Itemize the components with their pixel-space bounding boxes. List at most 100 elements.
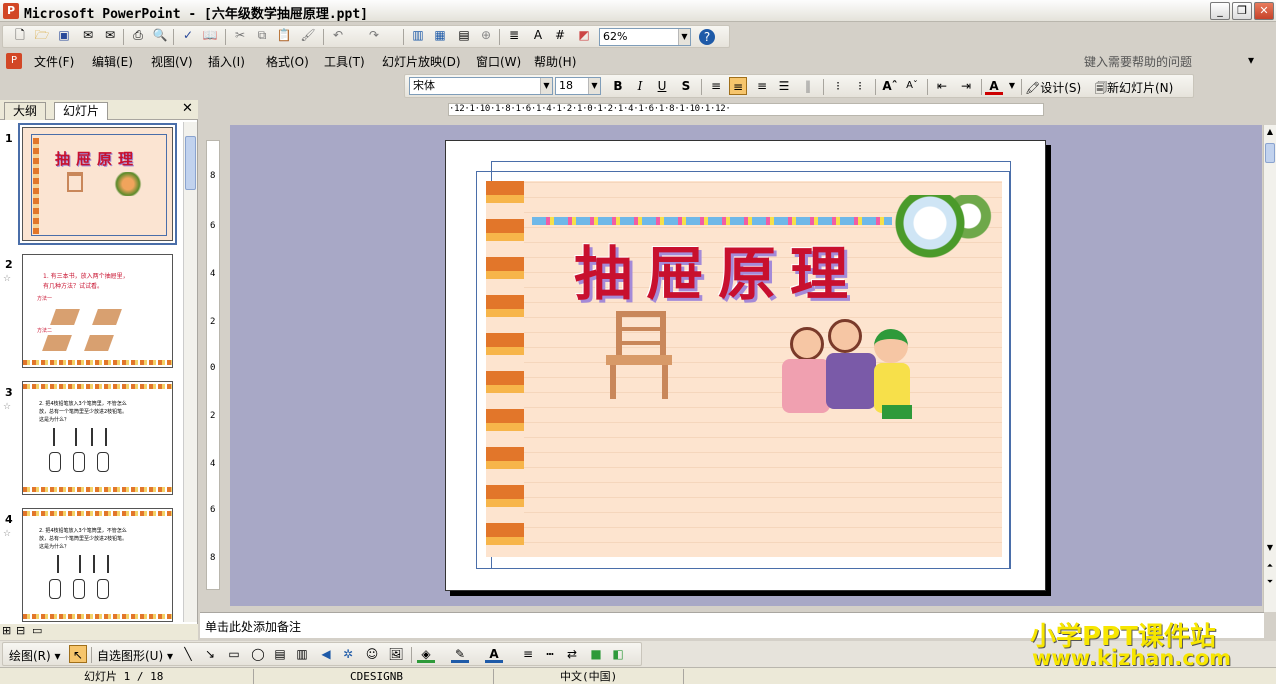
shadow-button[interactable]: S	[677, 77, 695, 95]
font-size-combo[interactable]: 18 ▼	[555, 77, 601, 95]
decrease-font-icon[interactable]: Aˇ	[903, 77, 921, 95]
picture-icon[interactable]: 🖼	[387, 645, 405, 663]
chevron-down-icon[interactable]: ▼	[1003, 77, 1021, 95]
menu-file[interactable]: 文件(F)	[34, 53, 74, 70]
slide-thumbnail-2[interactable]: 1. 有三本书，放入两个抽屉里， 有几种方法？试试看。 方法一 方法二	[22, 254, 173, 368]
zoom-combo[interactable]: 62% ▼	[599, 28, 691, 46]
bold-button[interactable]: B	[609, 77, 627, 95]
slideshow-icon[interactable]: ▭	[32, 624, 42, 637]
menu-tools[interactable]: 工具(T)	[324, 53, 365, 70]
expand-all-icon[interactable]: ≣	[505, 26, 523, 44]
help-search-box[interactable]: 键入需要帮助的问题	[1084, 53, 1192, 70]
tables-borders-icon[interactable]: ▤	[455, 26, 473, 44]
align-right-icon[interactable]: ≡	[753, 77, 771, 95]
fill-color-icon[interactable]: ◈	[417, 645, 435, 663]
menu-slideshow[interactable]: 幻灯片放映(D)	[382, 53, 461, 70]
select-objects-icon[interactable]: ↖	[69, 645, 87, 663]
menu-view[interactable]: 视图(V)	[151, 53, 193, 70]
numbering-icon[interactable]: ⁝	[829, 77, 847, 95]
wordart-icon[interactable]: ◀	[317, 645, 335, 663]
decrease-indent-icon[interactable]: ⇤	[933, 77, 951, 95]
font-color-draw-icon[interactable]: A	[485, 645, 503, 663]
chevron-down-icon[interactable]: ▼	[678, 29, 690, 45]
slide-thumbnail-4[interactable]: 2. 把4枝铅笔放入3个笔筒里，不管怎么 放，总有一个笔筒里至少放进2枝铅笔。 …	[22, 508, 173, 622]
line-style-icon[interactable]: ≡	[519, 645, 537, 663]
shadow-style-icon[interactable]: ■	[587, 645, 605, 663]
close-button[interactable]: ✕	[1254, 2, 1274, 20]
cut-icon[interactable]: ✂	[231, 26, 249, 44]
textbox-icon[interactable]: ▤	[271, 645, 289, 663]
autoshapes-button[interactable]: 自选图形(U) ▾	[97, 647, 173, 664]
next-slide-icon[interactable]: ⏷	[1265, 577, 1275, 589]
scroll-thumb[interactable]	[1265, 143, 1275, 163]
arrow-icon[interactable]: ↘	[201, 645, 219, 663]
undo-icon[interactable]: ↶	[329, 26, 347, 44]
new-slide-button[interactable]: 🗐新幻灯片(N)	[1095, 79, 1173, 100]
scroll-down-icon[interactable]: ▼	[1265, 543, 1275, 555]
increase-indent-icon[interactable]: ⇥	[957, 77, 975, 95]
font-name-combo[interactable]: 宋体 ▼	[409, 77, 553, 95]
minimize-button[interactable]: _	[1210, 2, 1230, 20]
chevron-down-icon[interactable]: ▼	[540, 78, 552, 94]
draw-menu-button[interactable]: 绘图(R) ▾	[9, 647, 61, 664]
menu-edit[interactable]: 编辑(E)	[92, 53, 133, 70]
slide-thumbnail-3[interactable]: 2. 把4枝铅笔放入3个笔筒里，不管怎么 放，总有一个笔筒里至少放进2枝铅笔。 …	[22, 381, 173, 495]
hyperlink-icon[interactable]: ⊕	[477, 26, 495, 44]
line-icon[interactable]: ╲	[179, 645, 197, 663]
slide-scrollbar[interactable]: ▲ ▼ ⏶ ⏷	[1263, 125, 1276, 612]
restore-button[interactable]: ❐	[1232, 2, 1252, 20]
increase-font-icon[interactable]: Aˆ	[881, 77, 899, 95]
document-icon[interactable]: P	[6, 53, 22, 69]
tab-slides[interactable]: 幻灯片	[54, 102, 109, 120]
redo-icon[interactable]: ↷	[365, 26, 383, 44]
oval-icon[interactable]: ◯	[249, 645, 267, 663]
permission-icon[interactable]: ✉	[79, 26, 97, 44]
save-icon[interactable]: ▣	[55, 26, 73, 44]
copy-icon[interactable]: ⧉	[253, 26, 271, 44]
font-color-icon[interactable]: A	[985, 77, 1003, 95]
align-center-icon[interactable]: ≡	[729, 77, 747, 95]
notes-placeholder[interactable]: 单击此处添加备注	[205, 618, 301, 635]
email-icon[interactable]: ✉	[101, 26, 119, 44]
normal-view-icon[interactable]: ⊞	[2, 624, 11, 637]
menu-help[interactable]: 帮助(H)	[534, 53, 576, 70]
paste-icon[interactable]: 📋	[275, 26, 293, 44]
align-left-icon[interactable]: ≡	[707, 77, 725, 95]
italic-button[interactable]: I	[631, 77, 649, 95]
help-dropdown-icon[interactable]: ▾	[1248, 53, 1254, 67]
menu-window[interactable]: 窗口(W)	[476, 53, 521, 70]
new-file-icon[interactable]: 🗋	[11, 26, 29, 44]
dash-style-icon[interactable]: ┅	[541, 645, 559, 663]
open-folder-icon[interactable]: 🗁	[33, 26, 51, 44]
thumbnail-scrollbar[interactable]	[183, 122, 197, 622]
current-slide[interactable]: 抽屉原理	[445, 140, 1046, 591]
scroll-thumb[interactable]	[185, 136, 196, 190]
bullets-icon[interactable]: ⁝	[851, 77, 869, 95]
previous-slide-icon[interactable]: ⏶	[1265, 561, 1275, 573]
format-painter-icon[interactable]: 🖌	[299, 26, 317, 44]
3d-style-icon[interactable]: ◧	[609, 645, 627, 663]
color-grayscale-icon[interactable]: ◩	[575, 26, 593, 44]
help-icon[interactable]: ?	[699, 29, 715, 45]
show-grid-icon[interactable]: #	[551, 26, 569, 44]
design-button[interactable]: 🖍设计(S)	[1025, 79, 1081, 96]
close-pane-icon[interactable]: ✕	[182, 101, 193, 116]
powerpoint-app-icon[interactable]: P	[3, 3, 19, 19]
tab-outline[interactable]: 大纲	[4, 102, 47, 120]
slide-sorter-icon[interactable]: ⊟	[16, 624, 25, 637]
show-formatting-icon[interactable]: A	[529, 26, 547, 44]
menu-format[interactable]: 格式(O)	[266, 53, 309, 70]
print-icon[interactable]: ⎙	[129, 26, 147, 44]
line-color-icon[interactable]: ✎	[451, 645, 469, 663]
research-icon[interactable]: 📖	[201, 26, 219, 44]
diagram-icon[interactable]: ✲	[339, 645, 357, 663]
print-preview-icon[interactable]: 🔍	[151, 26, 169, 44]
arrow-style-icon[interactable]: ⇄	[563, 645, 581, 663]
insert-table-icon[interactable]: ▦	[431, 26, 449, 44]
scroll-up-icon[interactable]: ▲	[1265, 127, 1275, 139]
spelling-icon[interactable]: ✓	[179, 26, 197, 44]
chevron-down-icon[interactable]: ▼	[588, 78, 600, 94]
distribute-icon[interactable]: ‖	[799, 77, 817, 95]
menu-insert[interactable]: 插入(I)	[208, 53, 245, 70]
rectangle-icon[interactable]: ▭	[225, 645, 243, 663]
